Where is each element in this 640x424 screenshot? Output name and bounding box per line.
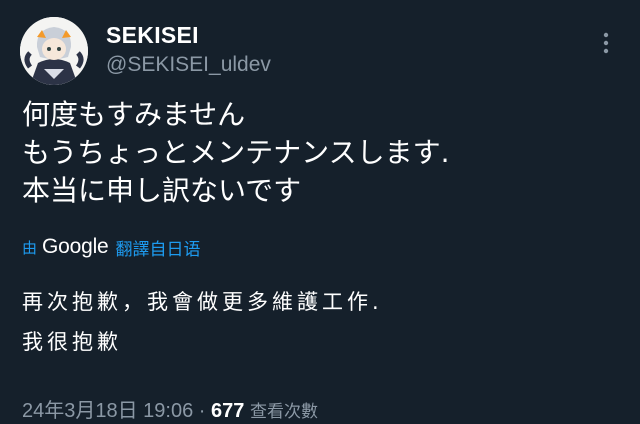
author-handle[interactable]: @SEKISEI_uldev: [106, 53, 271, 77]
translated-text: 再次抱歉，我會做更多維護工作. 我很抱歉: [22, 282, 383, 362]
more-options-icon[interactable]: [596, 30, 616, 56]
meta-separator: ·: [193, 400, 212, 422]
translation-attribution: 由 Google 翻譯自日语: [22, 234, 201, 260]
tweet-meta: 24年3月18日 19:06 · 677 查看次數: [22, 394, 318, 423]
author-display-name[interactable]: SEKISEI: [106, 22, 199, 49]
tweet-line: 本当に申し訳ないです: [22, 174, 302, 207]
avatar[interactable]: [20, 17, 88, 85]
tweet-line: 何度もすみません: [22, 98, 246, 131]
tweet-line: もうちょっとメンテナンスします.: [22, 136, 450, 169]
translated-by-label: 由: [22, 238, 38, 257]
tweet-text: 何度もすみません もうちょっとメンテナンスします. 本当に申し訳ないです: [22, 96, 450, 210]
translation-line: 我很抱歉: [22, 330, 122, 354]
google-logo: Google: [42, 235, 109, 258]
translation-line: 再次抱歉，我會做更多維護工作.: [22, 290, 383, 314]
tweet: SEKISEI @SEKISEI_uldev 何度もすみません もうちょっとメン…: [0, 0, 640, 424]
tweet-timestamp[interactable]: 24年3月18日 19:06: [22, 400, 193, 422]
views-label: 查看次數: [249, 402, 318, 422]
views-count: 677: [211, 400, 245, 422]
translated-from-link[interactable]: 翻譯自日语: [116, 235, 201, 260]
